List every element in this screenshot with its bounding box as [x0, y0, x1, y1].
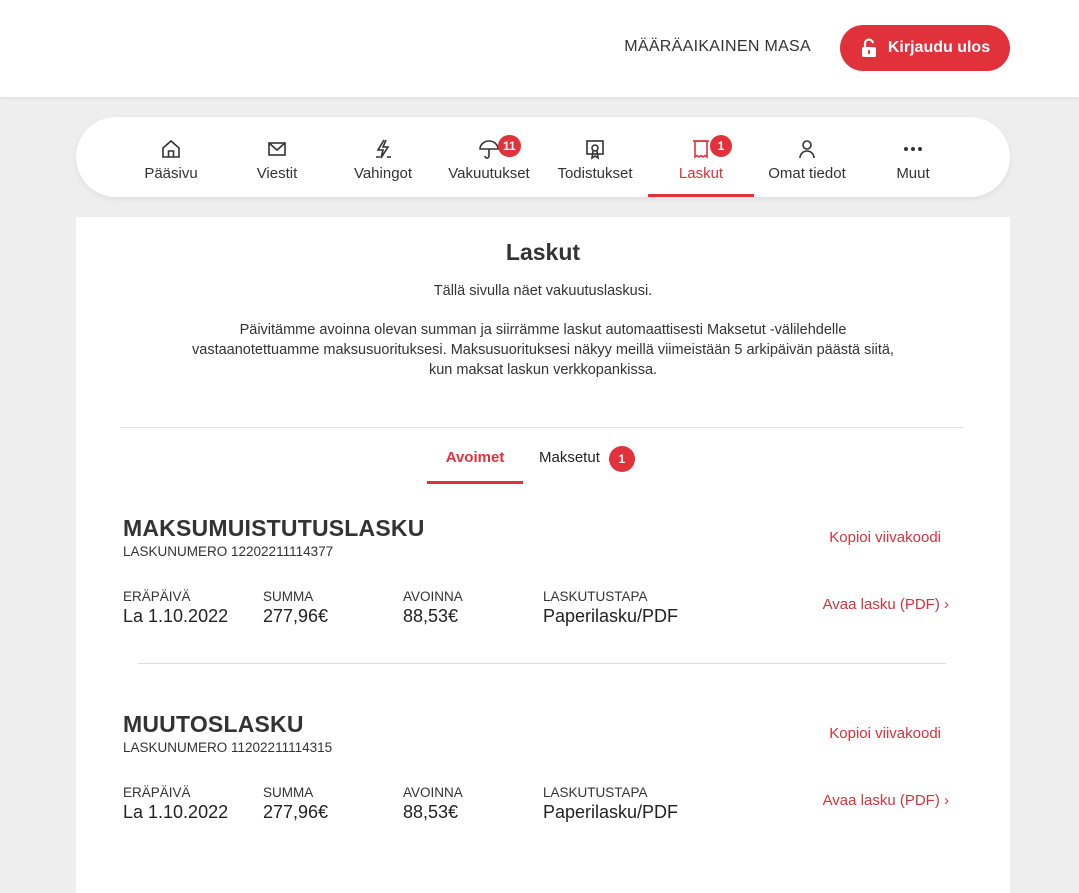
invoice-title: MUUTOSLASKU	[123, 711, 304, 737]
divider	[138, 663, 946, 664]
open-amount-field: AVOINNA 88,53€	[403, 785, 463, 823]
due-date-field: ERÄPÄIVÄ La 1.10.2022	[123, 785, 228, 823]
nav-label: Viestit	[256, 165, 298, 182]
billing-method-value: Paperilasku/PDF	[543, 802, 679, 822]
due-date-label: ERÄPÄIVÄ	[123, 589, 191, 604]
user-name: MÄÄRÄAIKAINEN MASA	[624, 38, 811, 55]
nav-item-insurances[interactable]: 11 Vakuutukset	[436, 117, 542, 197]
open-amount-label: AVOINNA	[403, 589, 463, 604]
paid-badge: 1	[608, 446, 635, 472]
invoice-icon	[693, 140, 709, 159]
logout-button[interactable]: Kirjaudu ulos	[840, 25, 1010, 71]
nav-label: Vakuutukset	[448, 165, 530, 182]
nav-label: Todistukset	[557, 165, 633, 182]
open-amount-label: AVOINNA	[403, 785, 463, 800]
page-intro: Tällä sivulla näet vakuutuslaskusi.	[433, 283, 653, 299]
copy-barcode-link[interactable]: Kopioi viivakoodi	[829, 725, 941, 742]
open-amount-field: AVOINNA 88,53€	[403, 589, 463, 627]
nav-label: Muut	[896, 165, 930, 182]
open-amount-value: 88,53€	[403, 606, 459, 626]
logout-label: Kirjaudu ulos	[887, 39, 991, 56]
open-amount-value: 88,53€	[403, 802, 459, 822]
sum-field: SUMMA 277,96€	[263, 589, 328, 627]
due-date-value: La 1.10.2022	[123, 802, 229, 822]
nav-item-certificates[interactable]: Todistukset	[542, 117, 648, 197]
nav-item-invoices[interactable]: 1 Laskut	[648, 117, 754, 197]
sum-value: 277,96€	[263, 606, 329, 626]
person-icon	[799, 140, 815, 159]
tab-open-invoices[interactable]: Avoimet	[427, 449, 523, 484]
billing-method-field: LASKUTUSTAPA Paperilasku/PDF	[543, 589, 678, 627]
invoices-badge: 1	[710, 135, 732, 157]
umbrella-icon	[479, 140, 499, 159]
mail-icon	[268, 142, 286, 156]
page-description: Päivitämme avoinna olevan summan ja siir…	[192, 322, 894, 378]
open-invoice-pdf-link[interactable]: Avaa lasku (PDF) ›	[823, 596, 949, 613]
tab-paid-label: Maksetut	[539, 449, 600, 466]
due-date-value: La 1.10.2022	[123, 606, 229, 626]
billing-method-value: Paperilasku/PDF	[543, 606, 679, 626]
nav-item-more[interactable]: Muut	[860, 117, 966, 197]
lock-open-icon	[861, 38, 876, 57]
invoices-card: Laskut Tällä sivulla näet vakuutuslaskus…	[76, 217, 1010, 893]
invoice-item: MAKSUMUISTUTUSLASKU LASKUNUMERO 12202211…	[123, 515, 963, 675]
home-icon	[162, 139, 180, 158]
lightning-icon	[376, 139, 391, 159]
open-invoice-pdf-link[interactable]: Avaa lasku (PDF) ›	[823, 792, 949, 809]
nav-item-profile[interactable]: Omat tiedot	[754, 117, 860, 197]
nav-label: Omat tiedot	[768, 165, 846, 182]
certificate-icon	[586, 140, 604, 160]
nav-label: Pääsivu	[144, 165, 198, 182]
billing-method-label: LASKUTUSTAPA	[543, 785, 648, 800]
nav-item-messages[interactable]: Viestit	[224, 117, 330, 197]
due-date-field: ERÄPÄIVÄ La 1.10.2022	[123, 589, 228, 627]
invoice-title: MAKSUMUISTUTUSLASKU	[123, 515, 425, 541]
billing-method-field: LASKUTUSTAPA Paperilasku/PDF	[543, 785, 678, 823]
header: MÄÄRÄAIKAINEN MASA Kirjaudu ulos	[0, 0, 1079, 97]
nav-label: Vahingot	[353, 165, 413, 182]
nav-item-home[interactable]: Pääsivu	[118, 117, 224, 197]
divider	[121, 427, 963, 428]
nav-label: Laskut	[678, 165, 724, 182]
sum-label: SUMMA	[263, 589, 314, 604]
page-title: Laskut	[505, 239, 581, 265]
sum-label: SUMMA	[263, 785, 314, 800]
sum-value: 277,96€	[263, 802, 329, 822]
invoice-number: LASKUNUMERO 11202211114315	[123, 740, 333, 755]
main-nav: Pääsivu Viestit Vahingot 11 Vakuutukset	[76, 117, 1010, 197]
tab-paid-invoices[interactable]: Maksetut 1	[539, 446, 635, 472]
due-date-label: ERÄPÄIVÄ	[123, 785, 191, 800]
sum-field: SUMMA 277,96€	[263, 785, 328, 823]
copy-barcode-link[interactable]: Kopioi viivakoodi	[829, 529, 941, 546]
nav-item-claims[interactable]: Vahingot	[330, 117, 436, 197]
invoice-item: MUUTOSLASKU LASKUNUMERO 11202211114315 K…	[123, 711, 963, 871]
billing-method-label: LASKUTUSTAPA	[543, 589, 648, 604]
invoice-number: LASKUNUMERO 12202211114377	[123, 544, 334, 559]
more-icon	[904, 147, 922, 151]
insurances-badge: 11	[498, 135, 521, 157]
